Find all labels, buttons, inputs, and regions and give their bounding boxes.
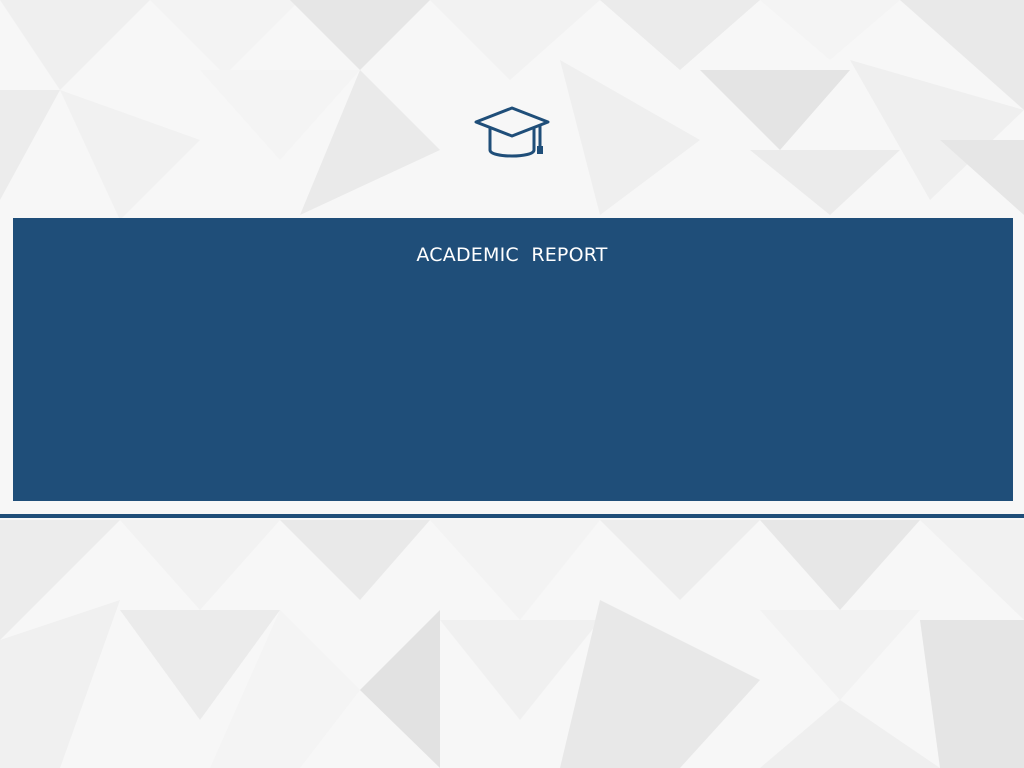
graduation-cap-icon — [474, 106, 550, 158]
accent-divider — [0, 514, 1024, 518]
slide-title: ACADEMIC REPORT — [416, 244, 608, 266]
